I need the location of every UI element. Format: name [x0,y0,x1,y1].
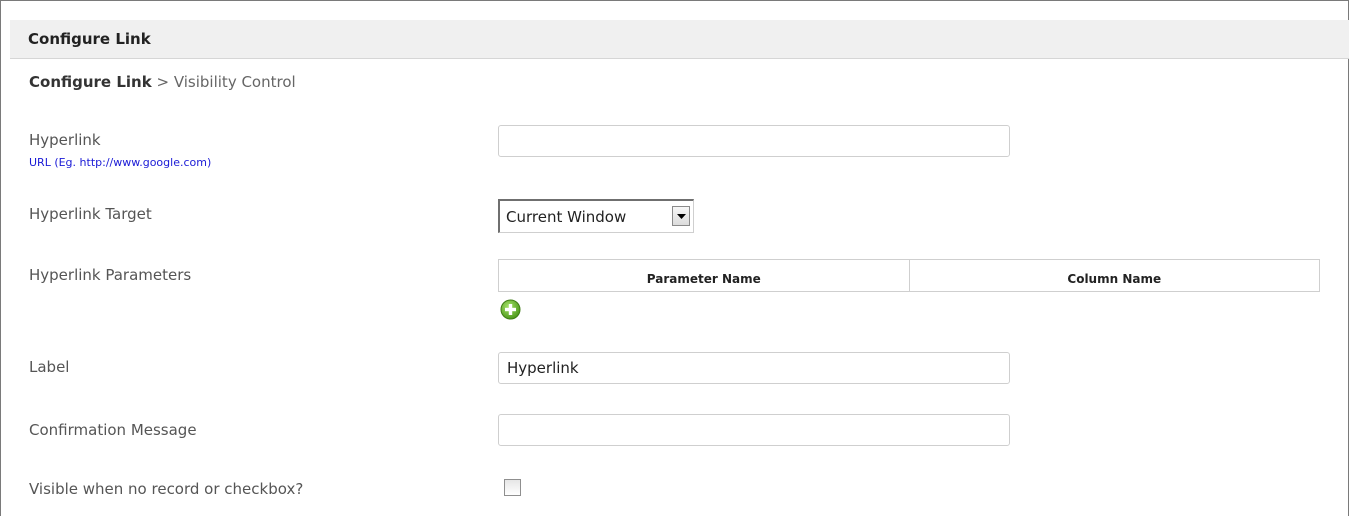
chevron-down-icon[interactable] [672,206,690,226]
hyperlink-target-select[interactable]: Current Window [498,199,694,233]
confirmation-message-label: Confirmation Message [29,421,197,439]
column-name-column-header: Column Name [908,260,1320,291]
breadcrumb-next[interactable]: Visibility Control [174,73,296,91]
label-input[interactable] [498,352,1010,384]
visible-when-none-label: Visible when no record or checkbox? [29,480,304,498]
confirmation-message-input[interactable] [498,414,1010,446]
add-parameter-button[interactable] [500,299,521,320]
parameter-name-column-header: Parameter Name [646,271,761,286]
hyperlink-target-label: Hyperlink Target [29,205,152,223]
breadcrumb: Configure Link > Visibility Control [29,73,296,91]
plus-circle-icon[interactable] [500,299,521,320]
chevron-down-glyph [677,214,686,219]
hyperlink-target-value: Current Window [506,208,627,226]
parameters-table-header: Parameter Name Column Name [498,259,1320,292]
label-field-label: Label [29,358,70,376]
hyperlink-label: Hyperlink [29,131,101,149]
hyperlink-input[interactable] [498,125,1010,157]
breadcrumb-separator: > [156,73,170,91]
header-bar: Configure Link [10,20,1349,59]
breadcrumb-current: Configure Link [29,73,152,91]
hyperlink-hint: URL (Eg. http://www.google.com) [29,156,212,169]
visible-when-none-checkbox[interactable] [504,479,521,496]
page-title: Configure Link [28,30,151,48]
hyperlink-parameters-label: Hyperlink Parameters [29,266,192,284]
